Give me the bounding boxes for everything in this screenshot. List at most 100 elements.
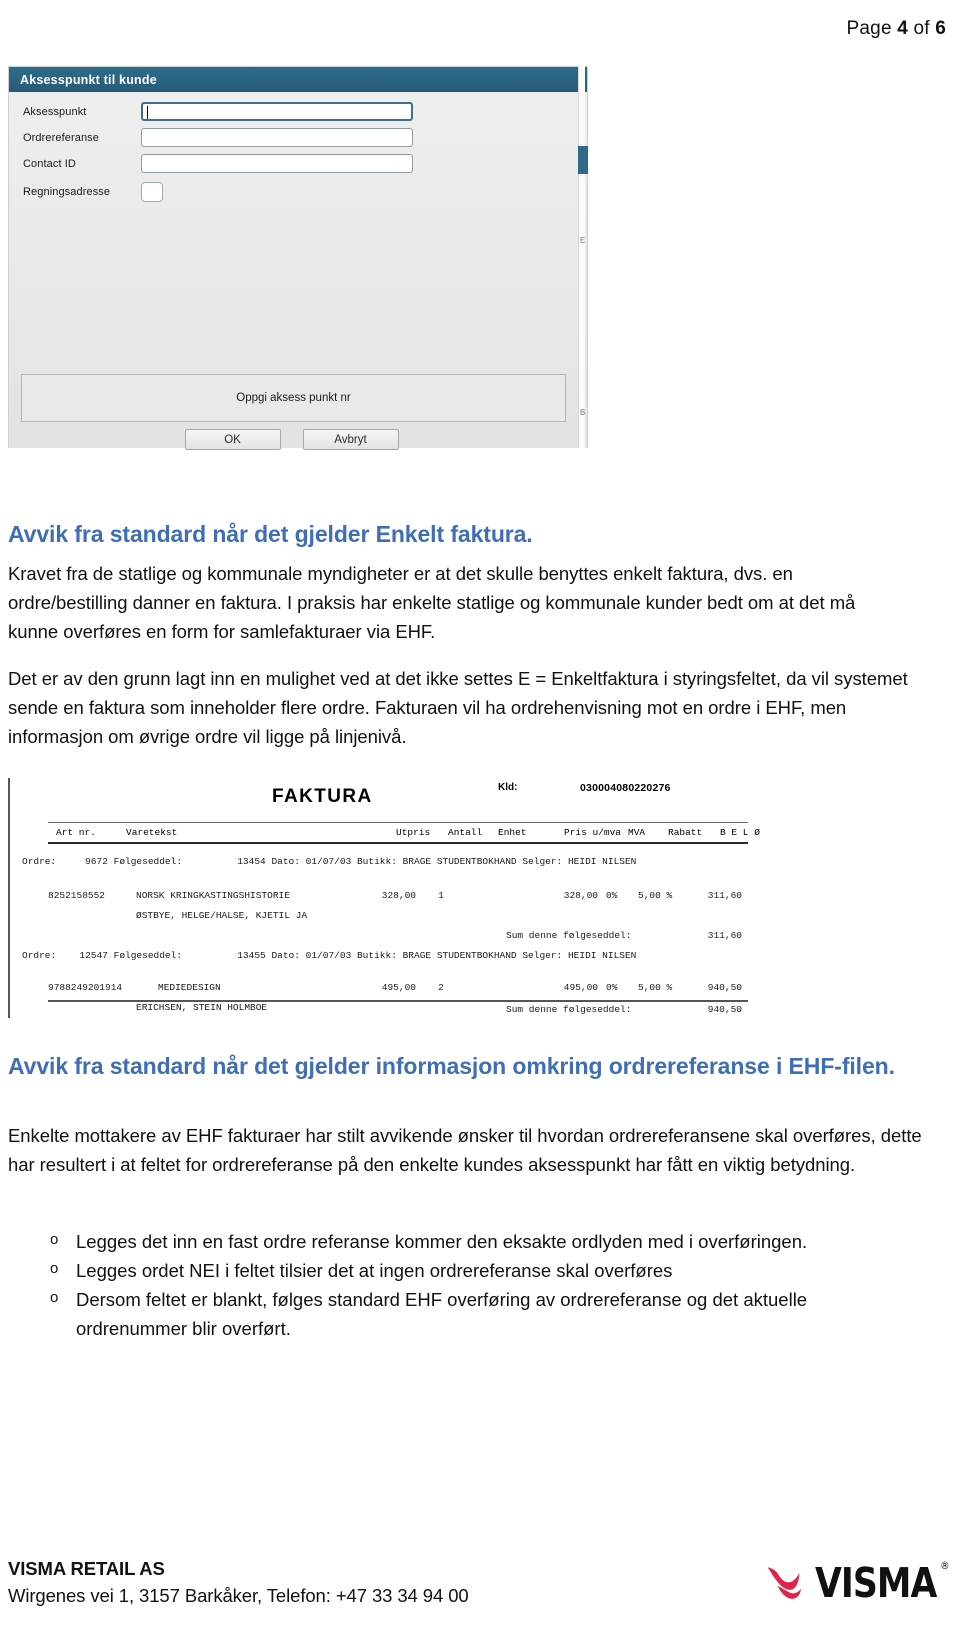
list-item: o Dersom feltet er blankt, følges standa… [8, 1286, 908, 1344]
dialog-title: Aksesspunkt til kunde [20, 72, 157, 87]
page-current: 4 [897, 18, 908, 39]
bullet-marker-icon: o [50, 1259, 59, 1277]
seller-label: Selger: [522, 950, 563, 961]
order-number: 9672 [85, 856, 108, 867]
dialog-message-box: Oppgi aksess punkt nr [21, 374, 566, 422]
footer-company-name: VISMA RETAIL AS [8, 1558, 165, 1580]
line-author: ERICHSEN, STEIN HOLMBOE [136, 1002, 268, 1013]
input-ordrereferanse[interactable] [141, 128, 413, 147]
line-rabatt: 5,00 % [638, 982, 673, 993]
page-footer: VISMA RETAIL AS Wirgenes vei 1, 3157 Bar… [8, 1556, 952, 1610]
dialog-titlebar: Aksesspunkt til kunde [9, 67, 587, 92]
list-item-label: Legges det inn en fast ordre referanse k… [76, 1231, 808, 1252]
line-art-nr: 8252158552 [48, 890, 106, 901]
checkbox-regningsadresse[interactable] [141, 182, 163, 202]
line-art-nr: 9788249201914 [48, 982, 123, 993]
order-number: 12547 [79, 950, 108, 961]
paragraph-enkelt-faktura-2: Det er av den grunn lagt inn en mulighet… [8, 668, 908, 747]
col-antall: Antall [448, 827, 483, 838]
line-belop: 311,60 [707, 890, 742, 901]
line-author: ØSTBYE, HELGE/HALSE, KJETIL JA [136, 910, 308, 921]
bullet-marker-icon: o [50, 1231, 59, 1248]
heading-avvik-ordrereferanse: Avvik fra standard når det gjelder infor… [8, 1053, 895, 1079]
order-label: Ordre: [22, 856, 57, 867]
line-mva: 0% [606, 982, 618, 993]
line-varetekst: NORSK KRINGKASTINGSHISTORIE [136, 890, 290, 901]
list-item: o Legges ordet NEI i feltet tilsier det … [8, 1257, 908, 1286]
invoice-title: FAKTURA [272, 786, 373, 807]
col-mva: MVA [628, 827, 646, 838]
line-rabatt: 5,00 % [638, 890, 673, 901]
line-antall: 1 [438, 890, 444, 901]
line-belop: 940,50 [707, 982, 742, 993]
seller-label: Selger: [522, 856, 563, 867]
field-row-ordrereferanse: Ordrereferanse [23, 128, 413, 147]
label-ordrereferanse: Ordrereferanse [23, 131, 99, 144]
invoice-bottom-rule [48, 1000, 748, 1002]
label-aksesspunkt: Aksesspunkt [23, 105, 87, 118]
paragraph-enkelt-faktura-1: Kravet fra de statlige og kommunale mynd… [8, 563, 856, 642]
visma-wordmark-text: VISMA [814, 1558, 937, 1607]
order-date: 01/07/03 [305, 950, 352, 961]
col-utpris: Utpris [396, 827, 431, 838]
heading-avvik-enkelt-faktura: Avvik fra standard når det gjelder Enkel… [8, 521, 533, 547]
line-pris-u-mva: 328,00 [563, 890, 598, 901]
col-pris-u-mva: Pris u/mva [564, 827, 622, 838]
col-art-nr: Art nr. [56, 827, 96, 838]
label-regningsadresse: Regningsadresse [23, 186, 111, 198]
ghost-fragment-1: E [580, 236, 586, 245]
list-item-label: Legges ordet NEI i feltet tilsier det at… [76, 1259, 673, 1281]
delivery-label: Følgeseddel: [113, 950, 183, 961]
page-total: 6 [935, 18, 946, 39]
dialog-scrollbar-track[interactable] [578, 66, 585, 448]
ok-button[interactable]: OK [184, 429, 281, 450]
invoice-header-row: FAKTURA Kld: 030004080220276 [10, 778, 760, 816]
cancel-button[interactable]: Avbryt [302, 429, 399, 450]
line-antall: 2 [438, 982, 444, 993]
line-utpris: 328,00 [381, 890, 416, 901]
shop-name: BRAGE STUDENTBOKHAND [402, 950, 517, 961]
group-sum-value: 311,60 [707, 930, 742, 941]
dialog-body: Aksesspunkt Ordrereferanse Contact ID Re… [9, 92, 587, 450]
dialog-message-text: Oppgi aksess punkt nr [236, 392, 351, 404]
order-info-row: Ordre: 9672 Følgeseddel: 13454 Dato: 01/… [22, 856, 636, 867]
order-info-row: Ordre: 12547 Følgeseddel: 13455 Dato: 01… [22, 950, 636, 961]
delivery-number: 13455 [237, 950, 266, 961]
seller-name: HEIDI NILSEN [567, 950, 637, 961]
footer-address: Wirgenes vei 1, 3157 Barkåker, Telefon: … [8, 1585, 469, 1607]
delivery-number: 13454 [237, 856, 266, 867]
input-aksesspunkt[interactable] [141, 102, 413, 121]
group-sum-value: 940,50 [707, 1004, 742, 1015]
line-varetekst: MEDIEDESIGN [158, 982, 221, 993]
page-label: Page [846, 18, 892, 39]
line-mva: 0% [606, 890, 618, 901]
col-belop: B E L Ø P [720, 827, 760, 838]
order-date: 01/07/03 [305, 856, 352, 867]
list-item-label: Dersom feltet er blankt, følges standard… [76, 1288, 808, 1339]
faktura-screenshot: FAKTURA Kld: 030004080220276 Art nr. Var… [8, 778, 760, 1018]
group-sum-label: Sum denne følgeseddel: [506, 930, 632, 941]
paragraph-ordrereferanse: Enkelte mottakere av EHF fakturaer har s… [8, 1125, 922, 1175]
line-utpris: 495,00 [381, 982, 416, 993]
date-label: Dato: [271, 856, 300, 867]
field-row-aksesspunkt: Aksesspunkt [23, 102, 413, 121]
seller-name: HEIDI NILSEN [567, 856, 637, 867]
group-sum-label: Sum denne følgeseddel: [506, 1004, 632, 1015]
field-row-regningsadresse: Regningsadresse [23, 182, 163, 202]
shop-label: Butikk: [356, 950, 397, 961]
shop-label: Butikk: [356, 856, 397, 867]
visma-flame-icon [767, 1567, 801, 1599]
invoice-kid-value: 030004080220276 [580, 782, 671, 794]
ordrereferanse-bullet-list: o Legges det inn en fast ordre referanse… [8, 1228, 908, 1343]
registered-trademark-icon: ® [940, 1558, 949, 1572]
footer-contact-block: VISMA RETAIL AS Wirgenes vei 1, 3157 Bar… [8, 1556, 469, 1610]
list-item: o Legges det inn en fast ordre referanse… [8, 1228, 908, 1257]
page-of: of [913, 18, 930, 39]
dialog-scrollbar-thumb[interactable] [578, 146, 588, 174]
visma-wordmark: VISMA ® [815, 1560, 949, 1604]
col-enhet: Enhet [498, 827, 527, 838]
text-caret [147, 106, 148, 119]
bullet-marker-icon: o [50, 1288, 59, 1306]
input-contact-id[interactable] [141, 154, 413, 173]
col-varetekst: Varetekst [126, 827, 178, 838]
